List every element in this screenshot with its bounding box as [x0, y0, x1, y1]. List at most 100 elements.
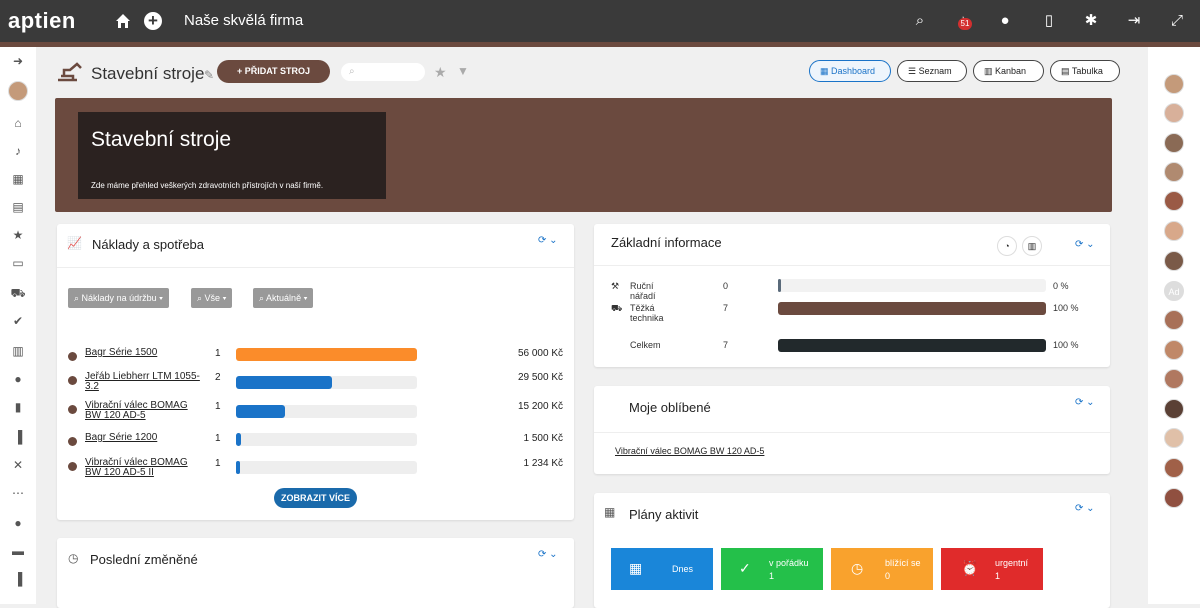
machine-link[interactable]: Jeřáb Liebherr LTM 1055-3.2	[85, 372, 203, 392]
plan-tile-ok[interactable]: ✓ v pořádku 1	[721, 548, 823, 590]
check-icon[interactable]: ✔	[10, 313, 26, 329]
show-more-button[interactable]: ZOBRAZIT VÍCE	[274, 488, 357, 508]
bell-icon[interactable]: ♪	[10, 143, 26, 159]
grid-icon[interactable]: ⋯	[10, 485, 26, 501]
accent-stripe	[0, 42, 1200, 47]
book-icon[interactable]: ▬	[10, 543, 26, 559]
avatar[interactable]	[1164, 340, 1184, 360]
refresh-icon[interactable]: ⟳ ⌄	[538, 549, 558, 560]
divider	[57, 267, 574, 268]
card-title: Plány aktivit	[629, 507, 699, 522]
person-icon[interactable]: ●	[10, 371, 26, 387]
edit-icon[interactable]: ✎	[204, 68, 214, 82]
archive-icon[interactable]: ▐	[10, 571, 26, 587]
cost-bar	[236, 405, 417, 418]
calendar-icon: ▦	[629, 560, 643, 576]
avatar[interactable]	[1164, 103, 1184, 123]
cost-bar-fill	[236, 376, 332, 389]
filter-icon[interactable]: ▼	[457, 64, 469, 78]
view-list[interactable]: ☰ Seznam	[897, 60, 967, 82]
calendar-icon[interactable]: ▦	[10, 171, 26, 187]
star-icon[interactable]: ★	[10, 227, 26, 243]
search-input[interactable]: ⌕	[341, 63, 425, 81]
view-label: Tabulka	[1071, 66, 1103, 76]
avatar[interactable]	[1164, 162, 1184, 182]
info-row: ⛟ Těžká technika 7 100 %	[611, 303, 1079, 323]
avatar[interactable]	[1164, 458, 1184, 478]
search-icon[interactable]: ⌕	[911, 12, 929, 30]
filter-label: Vše	[204, 293, 221, 303]
company-name[interactable]: Naše skvělá firma	[184, 12, 303, 29]
avatar[interactable]	[1164, 74, 1184, 94]
refresh-icon[interactable]: ⟳ ⌄	[1075, 503, 1095, 514]
view-dashboard[interactable]: ▦ Dashboard	[809, 60, 891, 82]
refresh-icon[interactable]: ⟳ ⌄	[538, 235, 558, 246]
avatar[interactable]	[1164, 399, 1184, 419]
refresh-icon[interactable]: ⟳ ⌄	[1075, 397, 1095, 408]
info-bar	[778, 302, 1046, 315]
view-kanban[interactable]: ▥ Kanban	[973, 60, 1044, 82]
info-bar	[778, 339, 1046, 352]
avatar[interactable]	[1164, 221, 1184, 241]
view-table[interactable]: ▤ Tabulka	[1050, 60, 1120, 82]
filter-all[interactable]: ⌕ Vše ▾	[191, 288, 233, 308]
bar-chart-icon[interactable]: ▥	[1022, 236, 1042, 256]
home-icon[interactable]	[114, 12, 132, 30]
filter-costs[interactable]: ⌕ Náklady na údržbu ▾	[68, 288, 169, 308]
expand-icon[interactable]: ➜	[10, 53, 26, 69]
add-icon[interactable]: +	[144, 12, 162, 30]
avatar[interactable]	[1164, 191, 1184, 211]
machine-link[interactable]: Vibrační válec BOMAG BW 120 AD-5	[85, 401, 203, 421]
plan-tile-upcoming[interactable]: ◷ blížící se 0	[831, 548, 933, 590]
machine-link[interactable]: Bagr Série 1200	[85, 433, 203, 443]
user-avatar[interactable]	[8, 81, 28, 101]
info-label: Ruční nářadí	[630, 281, 656, 301]
pie-chart-icon[interactable]: ◔	[997, 236, 1017, 256]
avatar[interactable]	[1164, 133, 1184, 153]
library-icon[interactable]: ▐	[10, 429, 26, 445]
logo[interactable]: aptien	[8, 8, 76, 34]
avatar[interactable]	[1164, 251, 1184, 271]
favorite-link[interactable]: Vibrační válec BOMAG BW 120 AD-5	[615, 446, 764, 456]
row-value: 56 000 Kč	[517, 348, 563, 359]
report-icon[interactable]: ▥	[10, 343, 26, 359]
plan-tile-today[interactable]: ▦ Dnes	[611, 548, 713, 590]
home-icon[interactable]: ⌂	[10, 115, 26, 131]
machine-link[interactable]: Bagr Série 1500	[85, 348, 203, 358]
clipboard-icon[interactable]: ▤	[10, 199, 26, 215]
mobile-icon[interactable]: ▯	[1040, 12, 1058, 30]
add-machine-button[interactable]: + PŘIDAT STROJ	[217, 60, 330, 83]
fullscreen-icon[interactable]: ⤢	[1168, 12, 1186, 30]
row-value: 1 500 Kč	[523, 433, 563, 444]
divider	[594, 265, 1110, 266]
network-icon[interactable]: ✕	[10, 457, 26, 473]
info-bar-fill	[778, 279, 781, 292]
avatar[interactable]	[1164, 369, 1184, 389]
hero-title: Stavební stroje	[91, 128, 232, 151]
avatar[interactable]: Ad	[1164, 281, 1184, 301]
team-icon[interactable]: ●	[10, 515, 26, 531]
avatar[interactable]	[1164, 428, 1184, 448]
machine-icon[interactable]: ⛟	[10, 285, 26, 301]
filter-current[interactable]: ⌕ Aktuálně ▾	[253, 288, 314, 308]
star-icon[interactable]: ★	[434, 64, 447, 81]
document-icon[interactable]: ▭	[10, 255, 26, 271]
status-dot	[68, 462, 77, 471]
cost-bar-fill	[236, 461, 240, 474]
filter-label: Náklady na údržbu	[81, 293, 157, 303]
building-icon[interactable]: ▮	[10, 399, 26, 415]
chat-icon[interactable]: ●	[996, 12, 1014, 30]
avatar[interactable]	[1164, 488, 1184, 508]
info-pct: 100 %	[1053, 303, 1079, 313]
row-count: 1	[215, 348, 221, 359]
check-icon: ✓	[739, 560, 751, 576]
info-pct: 100 %	[1053, 340, 1079, 350]
refresh-icon[interactable]: ⟳ ⌄	[1075, 239, 1095, 250]
gear-icon[interactable]: ✱	[1082, 12, 1100, 30]
logout-icon[interactable]: ⇥	[1125, 12, 1143, 30]
avatar[interactable]	[1164, 310, 1184, 330]
plan-label: v pořádku	[769, 558, 809, 568]
status-dot	[68, 376, 77, 385]
machine-link[interactable]: Vibrační válec BOMAG BW 120 AD-5 II	[85, 458, 203, 478]
plan-tile-urgent[interactable]: ⏰ urgentní 1	[941, 548, 1043, 590]
